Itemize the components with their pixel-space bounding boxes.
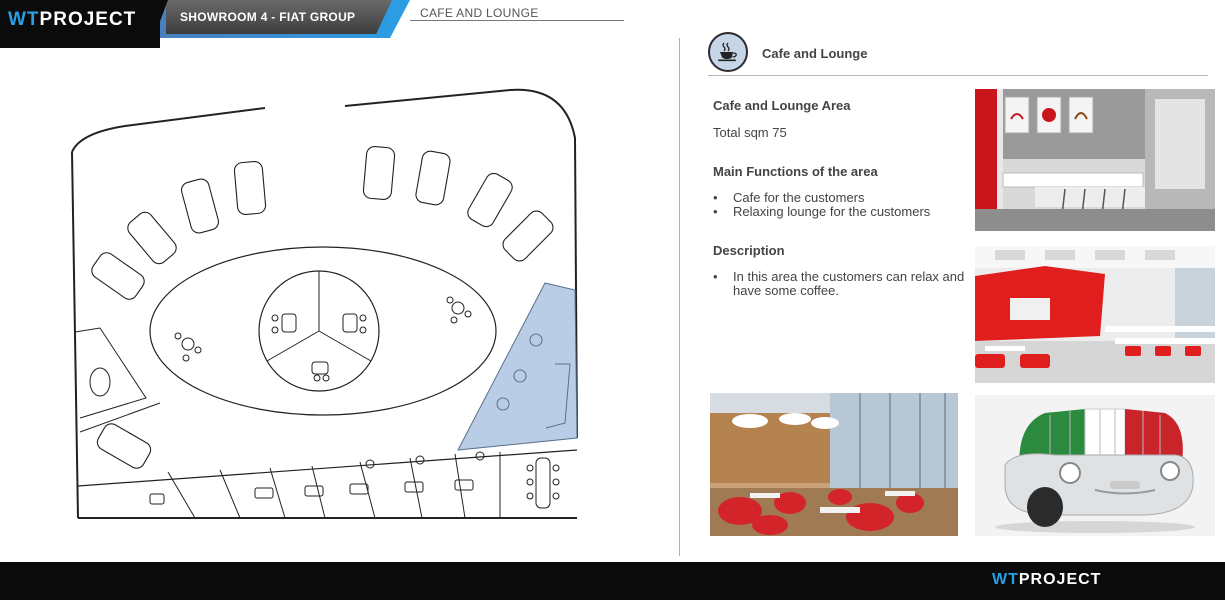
- panel-heading: Cafe and Lounge: [762, 46, 868, 61]
- functions-list: Cafe for the customers Relaxing lounge f…: [713, 191, 963, 220]
- section-title-underline: [410, 20, 624, 21]
- logo-project: PROJECT: [1018, 571, 1102, 588]
- showroom-title: SHOWROOM 4 - FIAT GROUP: [180, 10, 356, 24]
- wtproject-footer-logo: WTPROJECT: [992, 571, 1101, 589]
- restaurant-seating-photo: [710, 393, 958, 536]
- description-list: In this area the customers can relax and…: [713, 270, 975, 298]
- function-item: Cafe for the customers: [713, 191, 963, 206]
- panel-heading-line: [708, 75, 1208, 76]
- header-logo-slant: [150, 0, 168, 48]
- cafe-bar-photo: [975, 89, 1215, 231]
- wtproject-logo: WTPROJECT: [8, 9, 136, 31]
- functions-title: Main Functions of the area: [713, 164, 878, 179]
- logo-wt: WT: [992, 571, 1019, 588]
- vertical-divider: [679, 38, 680, 556]
- area-title: Cafe and Lounge Area: [713, 98, 851, 113]
- logo-wt: WT: [8, 9, 40, 30]
- coffee-cup-icon: [708, 32, 748, 72]
- fiat-500-sofa-photo: [975, 395, 1215, 536]
- logo-project: PROJECT: [39, 9, 137, 30]
- red-canteen-photo: [975, 246, 1215, 383]
- description-item: In this area the customers can relax and…: [713, 270, 975, 298]
- section-title: CAFE AND LOUNGE: [420, 6, 539, 20]
- description-title: Description: [713, 243, 785, 258]
- total-sqm: Total sqm 75: [713, 125, 787, 140]
- function-item: Relaxing lounge for the customers: [713, 205, 963, 220]
- floor-plan: [71, 88, 578, 519]
